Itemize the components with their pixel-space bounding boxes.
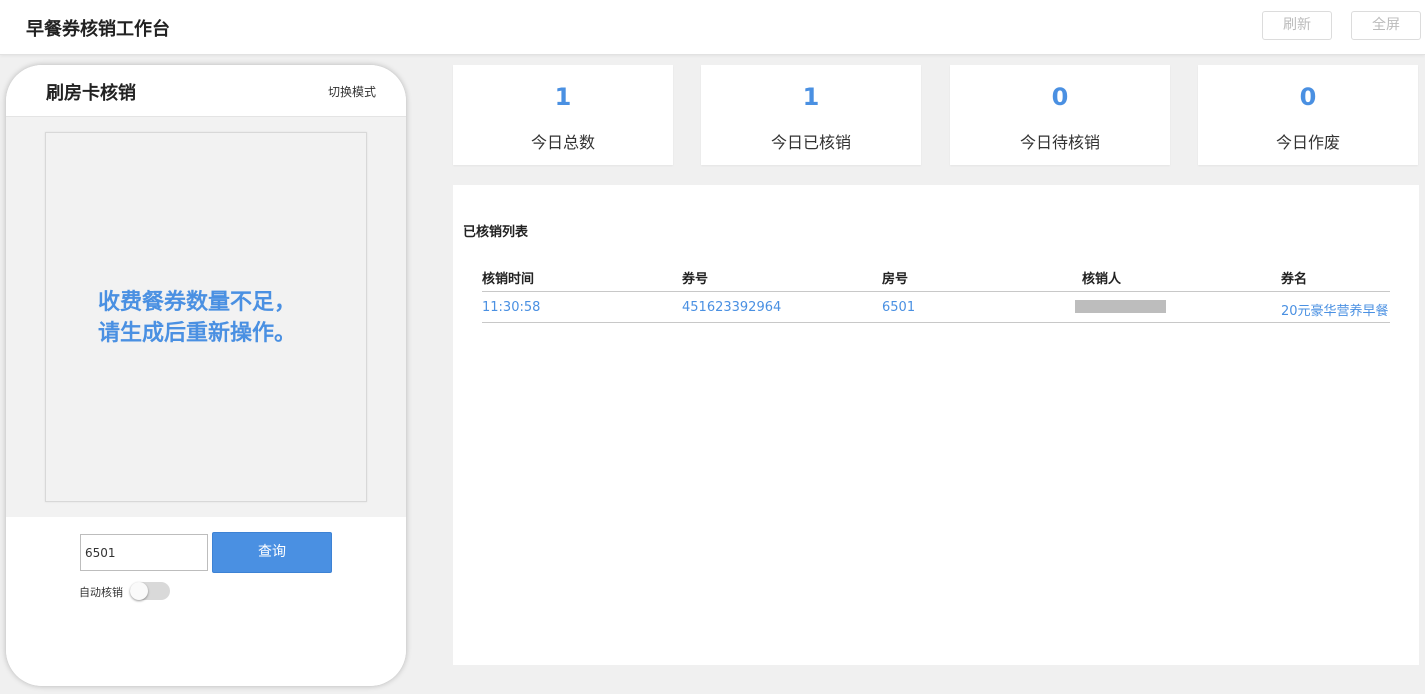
column-header-operator: 核销人 [1082, 272, 1122, 287]
refresh-button[interactable]: 刷新 [1262, 11, 1332, 40]
stat-card-voided: 0 今日作废 [1198, 65, 1418, 165]
stat-label: 今日已核销 [770, 133, 851, 152]
query-button[interactable]: 查询 [212, 532, 332, 573]
room-number-input[interactable] [80, 534, 208, 571]
stat-card-total: 1 今日总数 [453, 65, 673, 165]
table-header: 核销时间 券号 房号 核销人 券名 [482, 260, 1390, 292]
cell-time: 11:30:58 [482, 300, 541, 315]
redacted-operator-block [1075, 300, 1166, 313]
auto-verify-toggle[interactable] [130, 582, 170, 600]
cell-coupon-name: 20元豪华营养早餐 [1281, 304, 1389, 319]
scan-message: 收费餐券数量不足， 请生成后重新操作。 [98, 287, 358, 349]
stat-card-verified: 1 今日已核销 [701, 65, 921, 165]
stat-label: 今日总数 [530, 133, 595, 152]
scan-message-line2: 请生成后重新操作。 [98, 321, 297, 346]
stat-value: 0 [1051, 83, 1069, 111]
cell-room: 6501 [882, 300, 916, 315]
stat-label: 今日作废 [1275, 133, 1340, 152]
toggle-knob [130, 582, 148, 600]
page-title: 早餐券核销工作台 [26, 19, 170, 40]
verified-list-panel: 已核销列表 核销时间 券号 房号 核销人 券名 11:30:58 4516233… [453, 185, 1419, 665]
switch-mode-link[interactable]: 切换模式 [328, 83, 376, 100]
phone-title: 刷房卡核销 [46, 83, 136, 104]
column-header-coupon-no: 券号 [682, 272, 709, 287]
auto-verify-label: 自动核销 [79, 586, 123, 599]
list-title: 已核销列表 [463, 225, 529, 240]
column-header-time: 核销时间 [482, 272, 535, 287]
verified-table: 核销时间 券号 房号 核销人 券名 11:30:58 451623392964 … [482, 260, 1390, 323]
stat-value: 1 [554, 83, 572, 111]
phone-footer: 查询 自动核销 [6, 517, 406, 686]
phone-panel: 刷房卡核销 切换模式 收费餐券数量不足， 请生成后重新操作。 查询 自动核销 [6, 65, 406, 686]
stat-value: 0 [1299, 83, 1317, 111]
column-header-room: 房号 [882, 272, 909, 287]
phone-header: 刷房卡核销 切换模式 [6, 65, 406, 117]
stat-label: 今日待核销 [1019, 133, 1100, 152]
top-bar: 早餐券核销工作台 刷新 全屏 [0, 0, 1425, 55]
stat-value: 1 [802, 83, 820, 111]
column-header-coupon-name: 券名 [1281, 272, 1308, 287]
stat-card-pending: 0 今日待核销 [950, 65, 1170, 165]
cell-coupon-no: 451623392964 [682, 300, 782, 315]
scan-area: 收费餐券数量不足， 请生成后重新操作。 [6, 117, 406, 517]
table-row[interactable]: 11:30:58 451623392964 6501 20元豪华营养早餐 [482, 292, 1390, 323]
fullscreen-button[interactable]: 全屏 [1351, 11, 1421, 40]
scan-box: 收费餐券数量不足， 请生成后重新操作。 [45, 132, 367, 502]
scan-message-line1: 收费餐券数量不足， [98, 290, 297, 315]
